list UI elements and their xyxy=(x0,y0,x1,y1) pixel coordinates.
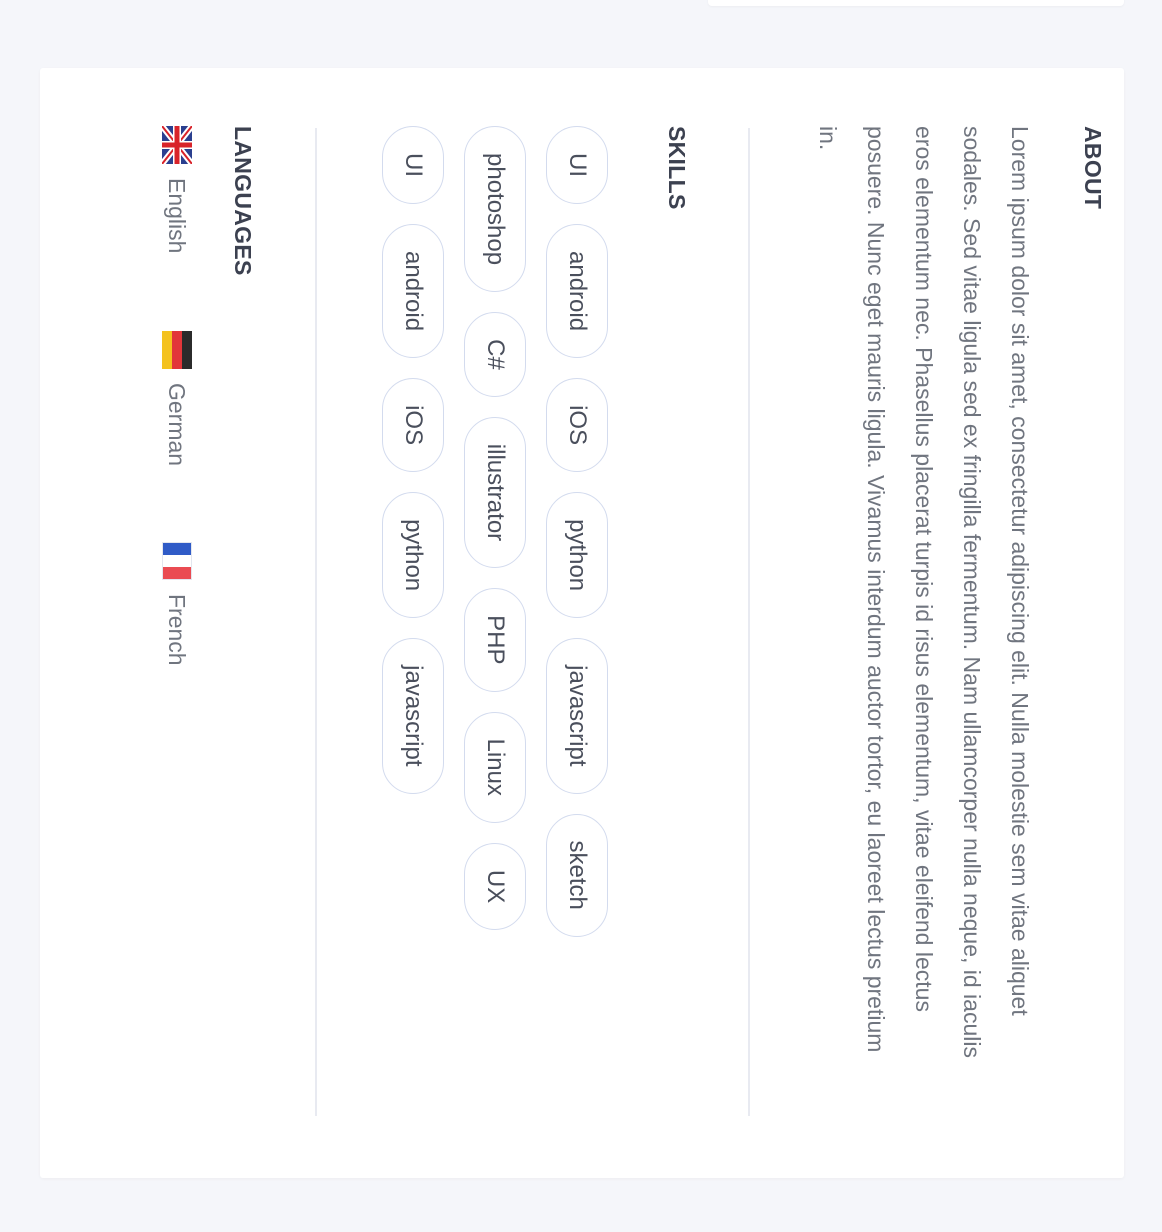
profile-details-card: ABOUT Lorem ipsum dolor sit amet, consec… xyxy=(40,68,1124,1178)
languages-heading: LANGUAGES xyxy=(230,126,256,276)
skill-chip[interactable]: iOS xyxy=(546,378,608,473)
language-item-english: English xyxy=(159,124,195,331)
skill-chip[interactable]: iOS xyxy=(382,378,444,473)
uk-flag-icon xyxy=(159,124,195,166)
skill-chip[interactable]: UX xyxy=(464,842,526,931)
skills-row: photoshop C# illustrator PHP Linux UX xyxy=(462,126,526,1126)
section-divider xyxy=(315,128,317,1116)
about-text: Lorem ipsum dolor sit amet, consectetur … xyxy=(815,126,1033,1058)
skill-chip[interactable]: PHP xyxy=(464,588,526,692)
rotated-content: ABOUT Lorem ipsum dolor sit amet, consec… xyxy=(40,68,1124,1178)
languages-list: English German French xyxy=(159,124,195,726)
section-divider xyxy=(748,128,750,1116)
skill-chip[interactable]: UI xyxy=(382,126,444,204)
skills-list: UI android iOS python javascript sketch … xyxy=(362,126,608,1126)
language-label: German xyxy=(164,383,191,467)
skill-chip[interactable]: illustrator xyxy=(464,416,526,569)
skill-chip[interactable]: photoshop xyxy=(464,126,526,293)
skill-chip[interactable]: android xyxy=(382,224,444,359)
about-heading: ABOUT xyxy=(1080,126,1106,210)
skills-row: UI android iOS python javascript sketch xyxy=(544,126,608,1126)
skill-chip[interactable]: UI xyxy=(546,126,608,204)
skill-chip[interactable]: sketch xyxy=(546,813,608,937)
skills-heading: SKILLS xyxy=(664,126,690,210)
language-label: French xyxy=(164,594,191,666)
france-flag-icon xyxy=(162,542,192,580)
language-label: English xyxy=(164,178,191,254)
germany-flag-icon xyxy=(162,331,192,369)
skill-chip[interactable]: python xyxy=(382,492,444,619)
skill-chip[interactable]: Linux xyxy=(464,711,526,823)
language-item-french: French xyxy=(160,542,194,666)
language-item-german: German xyxy=(160,331,194,542)
skill-chip[interactable]: android xyxy=(546,224,608,359)
previous-card-edge xyxy=(708,0,1124,6)
skill-chip[interactable]: javascript xyxy=(546,638,608,794)
skill-chip[interactable]: python xyxy=(546,492,608,619)
skill-chip[interactable]: javascript xyxy=(382,638,444,794)
skills-row: UI android iOS python javascript xyxy=(380,126,444,1126)
skill-chip[interactable]: C# xyxy=(464,312,526,397)
